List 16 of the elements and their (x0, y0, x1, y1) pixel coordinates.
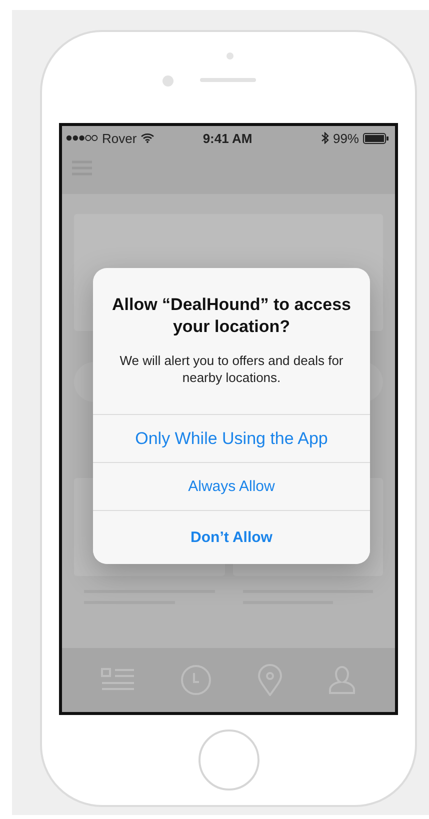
alert-button[interactable]: Don’t Allow (93, 510, 370, 564)
alert-button[interactable]: Only While Using the App (93, 414, 370, 462)
alert-button[interactable]: Always Allow (93, 462, 370, 510)
bluetooth-icon (320, 132, 329, 144)
sensor-icon (162, 75, 174, 87)
battery-percent: 99% (332, 130, 359, 146)
alert-message: We will alert you to offers and deals for nearby locations. (118, 352, 344, 386)
speaker-icon (200, 78, 256, 83)
signal-icon (66, 135, 98, 141)
camera-icon (226, 52, 234, 60)
alert-title: Allow “DealHound” to access your location? (111, 294, 352, 338)
clock-time: 9:41 AM (202, 130, 252, 146)
carrier-name: Rover (102, 130, 137, 146)
battery-icon (363, 132, 389, 144)
home-button[interactable] (198, 729, 260, 791)
wifi-icon (140, 133, 154, 143)
